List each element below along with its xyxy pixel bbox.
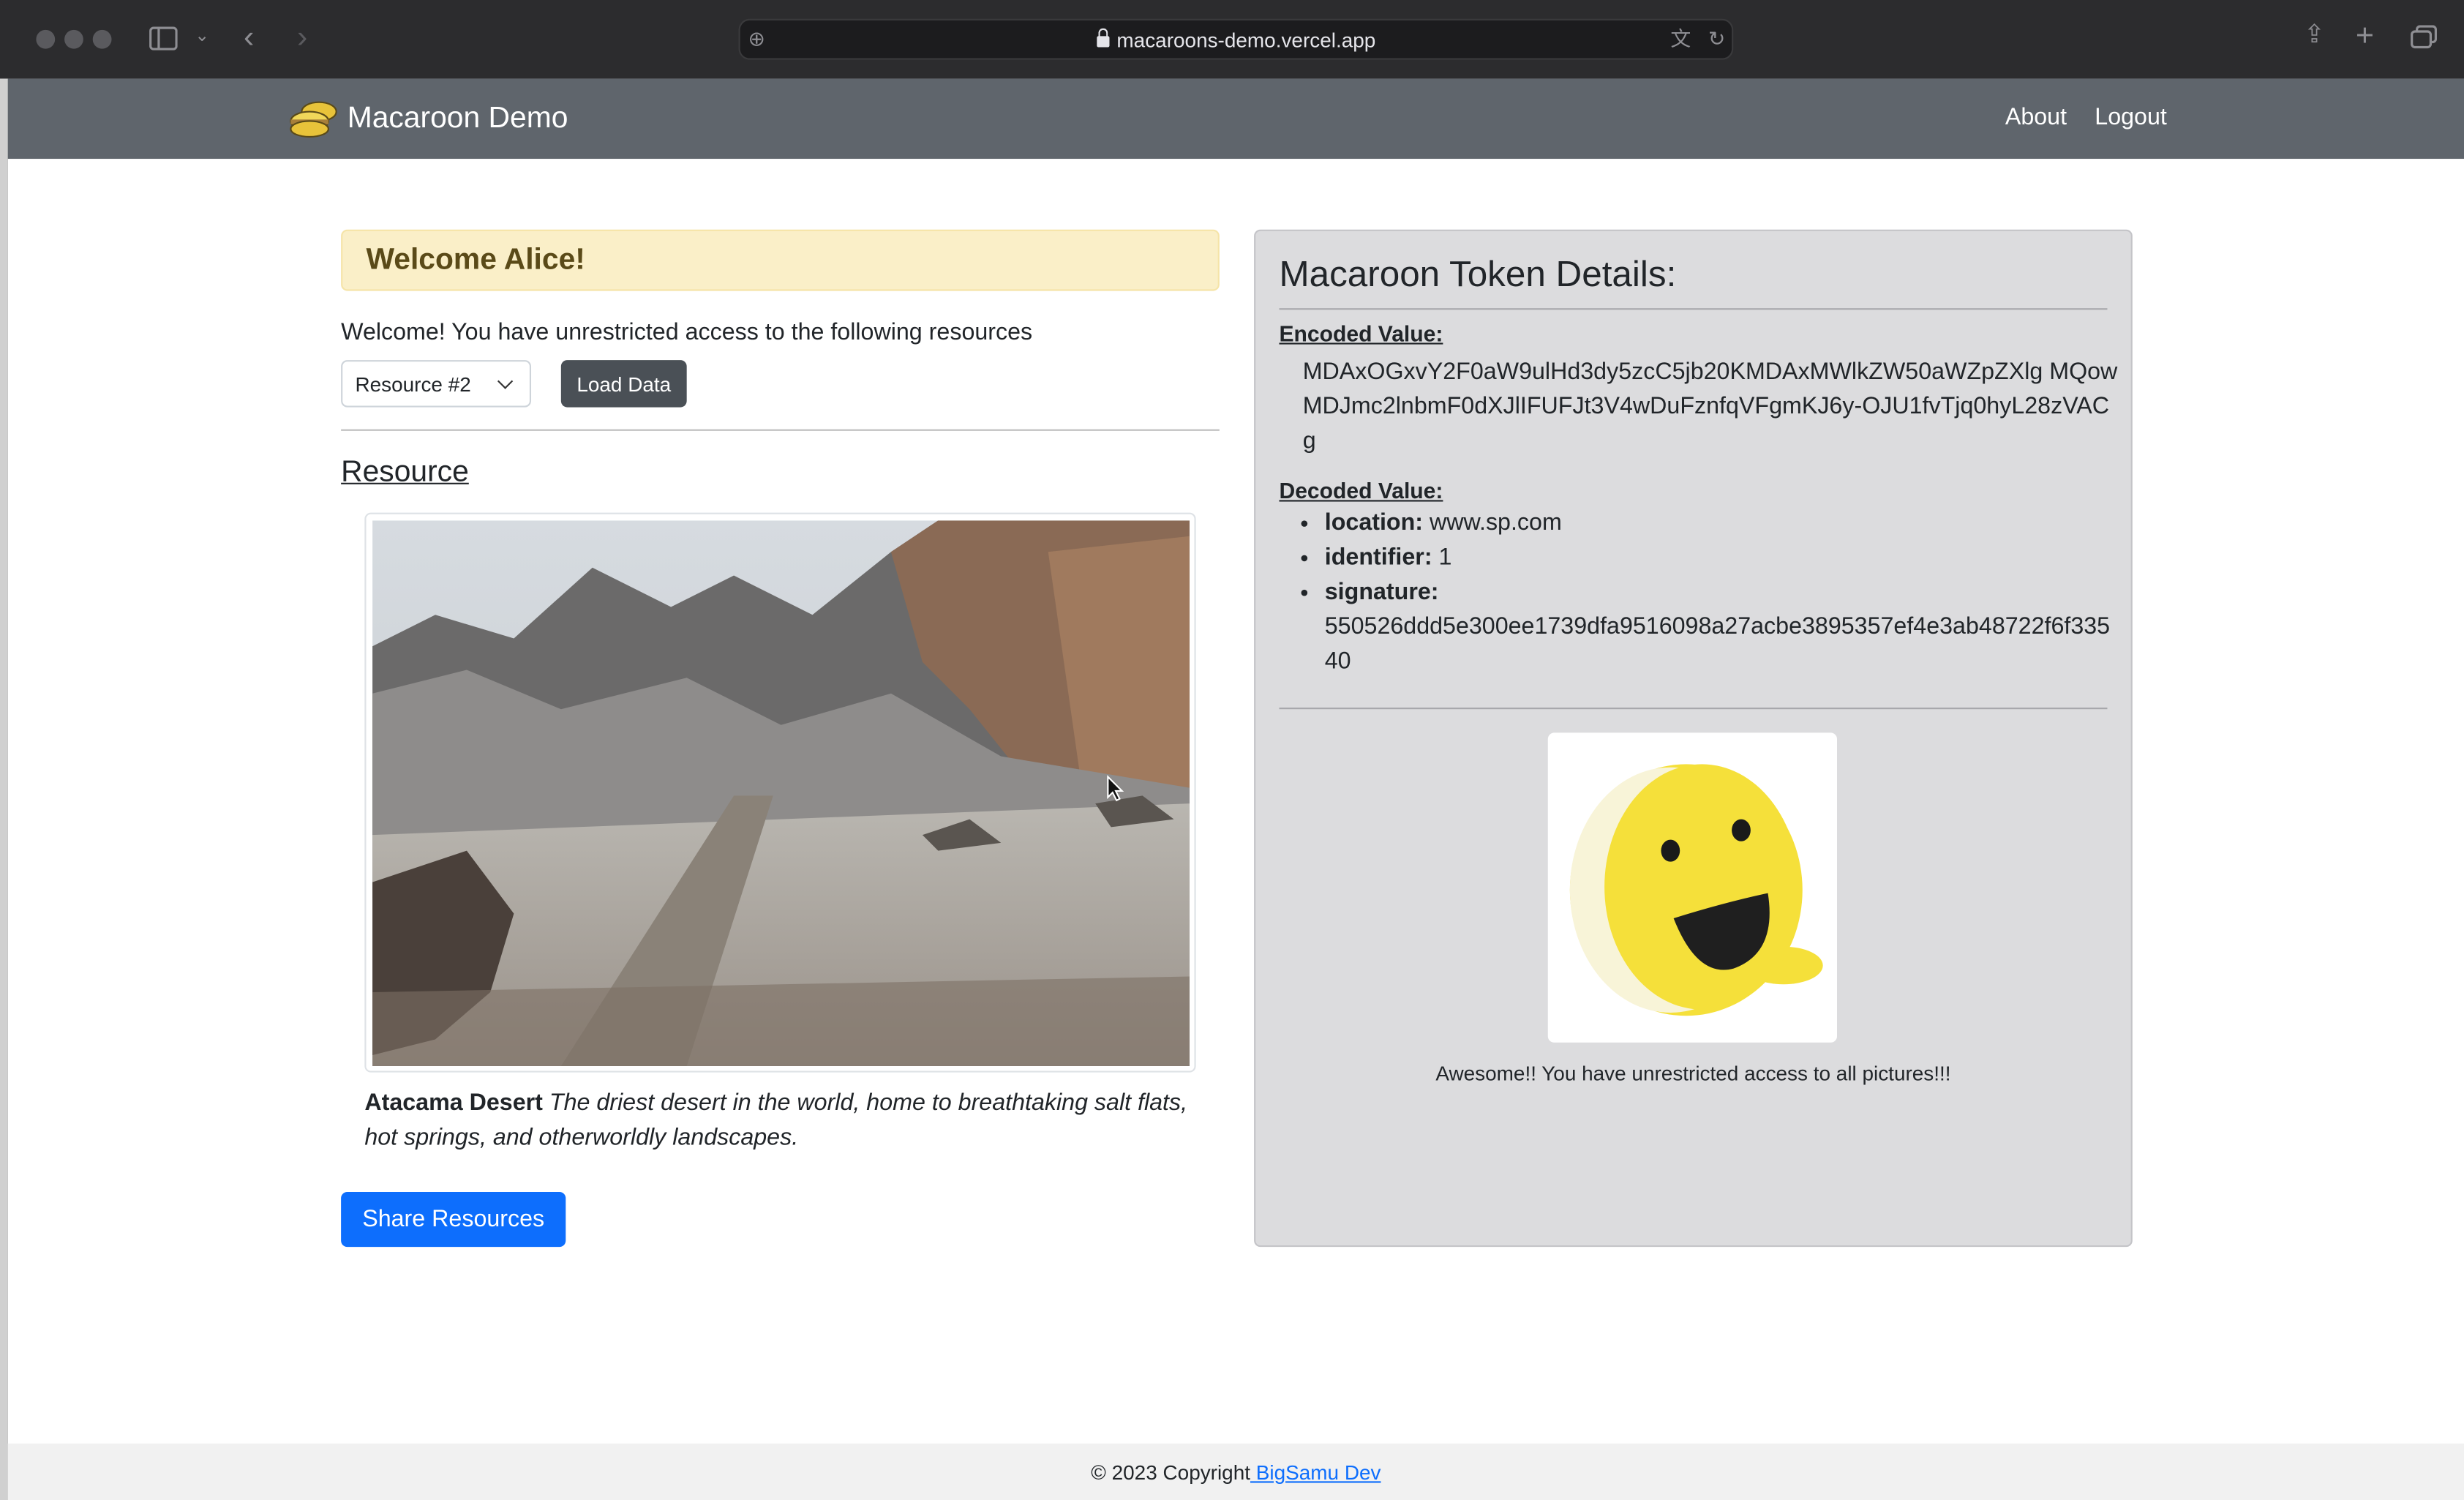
nav-link-logout[interactable]: Logout	[2095, 104, 2167, 131]
divider	[1279, 708, 2108, 710]
reload-icon[interactable]: ↻	[1708, 29, 1725, 49]
atacama-desert-photo	[372, 520, 1190, 1067]
translate-icon[interactable]: 文	[1670, 29, 1691, 49]
share-resources-button[interactable]: Share Resources	[341, 1191, 566, 1248]
decoded-label: Decoded Value:	[1279, 478, 1443, 503]
share-icon[interactable]: ⇪	[2304, 23, 2325, 48]
footer-link-bigsamu[interactable]: BigSamu Dev	[1250, 1460, 1381, 1484]
zoom-window-button[interactable]	[92, 29, 112, 49]
decoded-item-identifier: identifier: 1	[1325, 541, 2119, 575]
sidebar-toggle-icon[interactable]	[149, 26, 178, 56]
decoded-list: location: www.sp.com identifier: 1 signa…	[1325, 506, 2119, 679]
resource-select-value: Resource #2	[355, 372, 471, 397]
minimize-window-button[interactable]	[64, 29, 83, 49]
resource-select[interactable]: Resource #2	[341, 360, 532, 408]
decoded-key: signature:	[1324, 578, 1439, 606]
lock-icon	[1096, 28, 1109, 48]
chevron-down-icon[interactable]: ⌄	[195, 28, 209, 46]
token-details-panel: Macaroon Token Details: Encoded Value: M…	[1254, 229, 2133, 1248]
divider	[1279, 308, 2108, 310]
decoded-value: www.sp.com	[1423, 509, 1562, 536]
forward-icon[interactable]: ›	[297, 22, 307, 53]
caption-title: Atacama Desert	[364, 1090, 543, 1117]
decoded-item-signature: signature: 550526ddd5e300ee1739dfa9516098…	[1325, 576, 2119, 680]
decoded-value: 1	[1432, 544, 1452, 571]
nav-link-about[interactable]: About	[2005, 104, 2067, 131]
panel-title: Macaroon Token Details:	[1279, 252, 1677, 294]
welcome-heading: Welcome Alice!	[366, 244, 585, 277]
resource-title: Resource	[341, 456, 469, 490]
resource-caption: Atacama Desert The driest desert in the …	[364, 1087, 1205, 1156]
encoded-value: MDAxOGxvY2F0aW9ulHd3dy5zcC5jb20KMDAxMWlk…	[1302, 358, 2118, 455]
browser-toolbar: ⌄ ‹ › ⊕ macaroons-demo.vercel.app 文 ↻ ⇪ …	[0, 0, 2464, 79]
decoded-key: identifier:	[1324, 544, 1432, 571]
window-edge	[0, 78, 8, 1500]
mascot-image	[1547, 732, 1838, 1043]
smiling-macaroon-icon	[1569, 764, 1823, 1016]
copyright-text: © 2023 Copyright	[1091, 1460, 1251, 1485]
close-window-button[interactable]	[36, 29, 56, 49]
footer-text: © 2023 Copyright BigSamu Dev	[8, 1460, 2464, 1484]
chevron-down-icon	[497, 373, 514, 389]
back-icon[interactable]: ‹	[244, 22, 254, 53]
web-page: Macaroon Demo About Logout Welcome Alice…	[7, 78, 2464, 1500]
new-tab-icon[interactable]: +	[2356, 20, 2374, 52]
footer: © 2023 Copyright BigSamu Dev	[7, 1443, 2464, 1500]
address-bar[interactable]: ⊕ macaroons-demo.vercel.app 文 ↻	[738, 18, 1734, 60]
access-message: Awesome!! You have unrestricted access t…	[1435, 1061, 1951, 1085]
decoded-value: 550526ddd5e300ee1739dfa9516098a27acbe389…	[1324, 613, 2111, 675]
tab-overview-icon[interactable]	[2411, 25, 2438, 53]
decoded-item-location: location: www.sp.com	[1325, 506, 2119, 541]
load-data-button[interactable]: Load Data	[560, 360, 687, 408]
macaroon-logo-icon	[288, 99, 338, 140]
welcome-alert: Welcome Alice!	[341, 229, 1220, 291]
encoded-label: Encoded Value:	[1279, 320, 1443, 346]
resource-image	[364, 512, 1196, 1073]
navbar: Macaroon Demo About Logout	[7, 78, 2464, 160]
url-text[interactable]: macaroons-demo.vercel.app	[1116, 29, 1375, 52]
brand[interactable]: Macaroon Demo	[288, 99, 568, 140]
mouse-cursor-icon	[1107, 775, 1124, 802]
welcome-message: Welcome! You have unrestricted access to…	[341, 319, 1033, 346]
decoded-key: location:	[1324, 509, 1424, 536]
divider	[341, 429, 1220, 431]
brand-name: Macaroon Demo	[347, 102, 568, 135]
